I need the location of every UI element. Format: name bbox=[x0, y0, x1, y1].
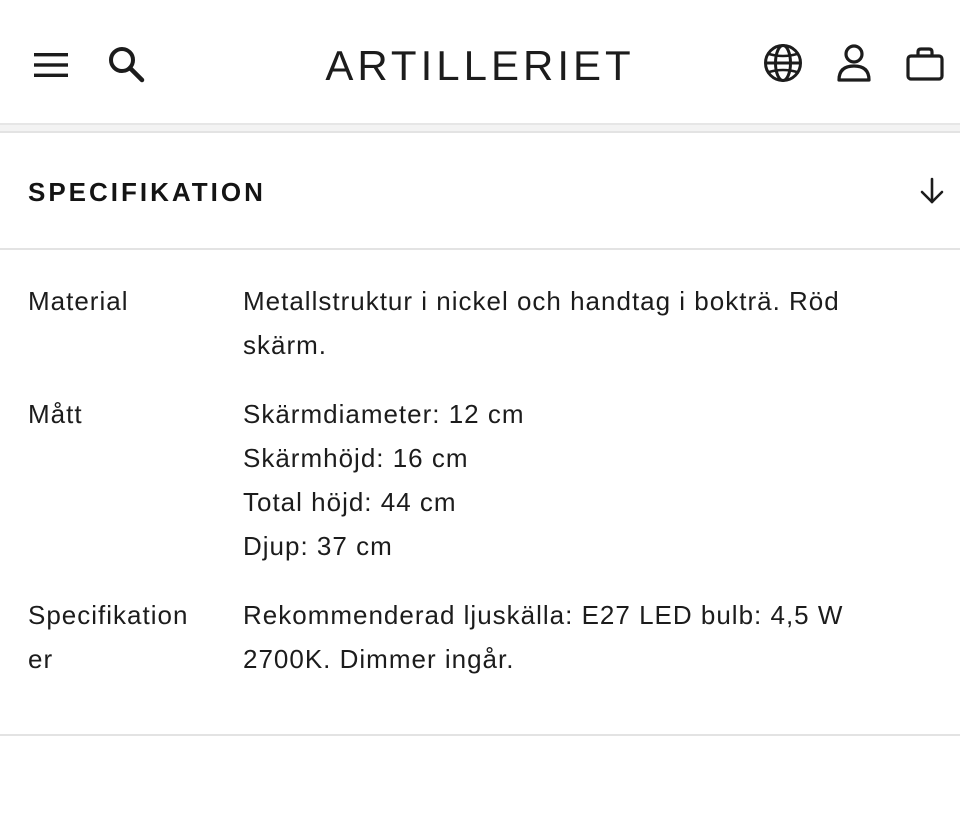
spec-label-line: er bbox=[28, 644, 54, 674]
spec-label: Material bbox=[28, 279, 228, 323]
spec-value-line: Metallstruktur i nickel och handtag i bo… bbox=[243, 286, 840, 316]
site-header: ARTILLERIET bbox=[0, 0, 960, 125]
spec-value-line: Rekommenderad ljuskälla: E27 LED bulb: 4… bbox=[243, 600, 844, 630]
spec-value: Rekommenderad ljuskälla: E27 LED bulb: 4… bbox=[243, 593, 933, 681]
accordion-title: SPECIFIKATION bbox=[28, 177, 266, 207]
spec-label: Mått bbox=[28, 392, 228, 436]
spec-label-line: Material bbox=[28, 286, 129, 316]
spec-value-line: Skärmdiameter: 12 cm bbox=[243, 399, 525, 429]
brand-logo[interactable]: ARTILLERIET bbox=[0, 38, 960, 94]
spec-value: Skärmdiameter: 12 cm Skärmhöjd: 16 cm To… bbox=[243, 392, 933, 568]
globe-icon[interactable] bbox=[758, 38, 808, 88]
spec-label-line: Specifikation bbox=[28, 600, 189, 630]
spec-value-line: Skärmhöjd: 16 cm bbox=[243, 443, 469, 473]
spec-value: Metallstruktur i nickel och handtag i bo… bbox=[243, 279, 933, 367]
shopping-bag-icon[interactable] bbox=[900, 40, 950, 88]
spec-value-line: 2700K. Dimmer ingår. bbox=[243, 644, 515, 674]
spec-value-line: Djup: 37 cm bbox=[243, 531, 393, 561]
spec-label: Specifikation er bbox=[28, 593, 228, 681]
section-divider bbox=[0, 125, 960, 133]
user-icon[interactable] bbox=[830, 38, 878, 88]
section-bottom-divider bbox=[0, 734, 960, 736]
spec-label-line: Mått bbox=[28, 399, 83, 429]
specification-accordion-header[interactable]: SPECIFIKATION bbox=[0, 133, 960, 250]
spec-value-line: Total höjd: 44 cm bbox=[243, 487, 457, 517]
arrow-down-icon[interactable] bbox=[916, 173, 948, 209]
spec-value-line: skärm. bbox=[243, 330, 327, 360]
